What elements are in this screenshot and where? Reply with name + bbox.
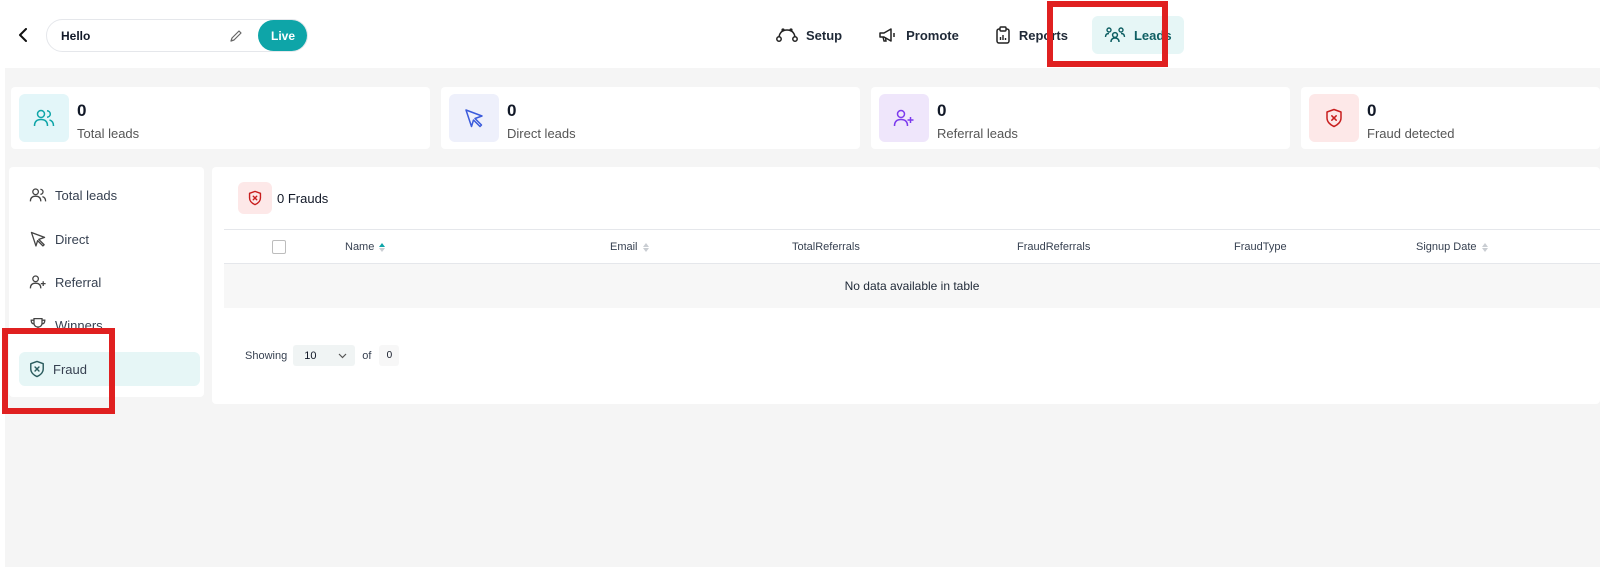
stat-label: Total leads <box>77 126 140 141</box>
sidebar-item-fraud[interactable]: Fraud <box>19 352 200 386</box>
shield-x-icon <box>248 190 262 206</box>
sidebar-item-label: Fraud <box>53 361 87 377</box>
stat-value: 0 <box>1367 101 1377 120</box>
table-header: Name Email TotalReferrals FraudReferrals… <box>224 229 1600 264</box>
sort-icon <box>1481 242 1488 252</box>
trophy-icon <box>30 317 46 333</box>
top-header: Hello Live Setup Promote Reports Leads <box>0 0 1600 68</box>
sidebar-item-referral[interactable]: Referral <box>19 265 200 299</box>
cursor-arrow-icon <box>465 109 483 128</box>
main-nav: Setup Promote Reports Leads <box>764 16 1184 54</box>
fraud-count: 0 Frauds <box>277 191 329 206</box>
page-size-select[interactable]: 10 <box>293 345 356 366</box>
route-icon <box>776 28 798 42</box>
stat-card-fraud-detected: 0 Fraud detected <box>1301 87 1600 149</box>
showing-label: Showing <box>245 349 288 362</box>
column-header-signup-date[interactable]: Signup Date <box>1416 241 1488 253</box>
live-toggle[interactable]: Live <box>258 20 307 51</box>
clipboard-chart-icon <box>996 26 1010 44</box>
nav-reports-label: Reports <box>1018 27 1068 43</box>
user-plus-icon <box>29 275 46 289</box>
column-label: Signup Date <box>1416 241 1477 253</box>
stat-card-direct-leads: 0 Direct leads <box>441 87 860 149</box>
select-all-checkbox[interactable] <box>272 240 286 254</box>
sort-icon <box>642 242 649 252</box>
empty-table-message: No data available in table <box>224 264 1600 308</box>
sidebar-item-label: Referral <box>55 274 102 290</box>
stat-card-referral-leads: 0 Referral leads <box>871 87 1290 149</box>
of-label: of <box>362 349 372 362</box>
campaign-name[interactable]: Hello <box>61 29 228 43</box>
stat-icon-referral <box>879 94 929 142</box>
column-label: Email <box>610 241 638 253</box>
sidebar-item-label: Winners <box>55 317 103 333</box>
stat-value: 0 <box>77 101 87 120</box>
column-header-fraud-referrals: FraudReferrals <box>1017 241 1090 253</box>
total-count: 0 <box>379 345 400 366</box>
chevron-left-icon <box>19 28 27 42</box>
chevron-down-icon <box>338 353 347 358</box>
users-group-icon <box>1104 27 1126 43</box>
stat-icon-total <box>19 94 69 142</box>
column-label: Name <box>345 241 375 253</box>
nav-promote-label: Promote <box>906 27 959 43</box>
stat-label: Referral leads <box>937 126 1018 141</box>
column-label: TotalReferrals <box>792 241 860 253</box>
stat-value: 0 <box>507 101 517 120</box>
sidebar-item-label: Direct <box>55 231 89 247</box>
column-header-email[interactable]: Email <box>610 241 649 253</box>
cursor-arrow-icon <box>30 231 46 247</box>
page-size-value: 10 <box>304 349 317 362</box>
stat-value: 0 <box>937 101 947 120</box>
fraud-panel: 0 Frauds Name Email TotalReferrals Fraud… <box>212 167 1600 404</box>
nav-leads-label: Leads <box>1133 27 1172 43</box>
stat-icon-direct <box>449 94 499 142</box>
stat-label: Fraud detected <box>1367 126 1455 141</box>
nav-setup-label: Setup <box>806 27 843 43</box>
column-header-fraud-type: FraudType <box>1234 241 1287 253</box>
nav-promote[interactable]: Promote <box>866 16 971 54</box>
stat-label: Direct leads <box>507 126 576 141</box>
column-label: FraudType <box>1234 241 1287 253</box>
pagination: Showing 10 of 0 <box>245 345 400 366</box>
sort-icon <box>379 242 386 252</box>
fraud-badge <box>238 182 272 214</box>
leads-sidebar: Total leads Direct Referral Winners Frau… <box>9 167 204 397</box>
column-header-total-referrals: TotalReferrals <box>792 241 860 253</box>
back-button[interactable] <box>14 25 32 45</box>
sidebar-item-label: Total leads <box>55 187 118 203</box>
content-area: 0 Total leads 0 Direct leads 0 Referral … <box>5 68 1600 567</box>
campaign-selector: Hello Live <box>46 19 308 52</box>
nav-leads[interactable]: Leads <box>1091 16 1184 54</box>
nav-reports[interactable]: Reports <box>983 16 1080 54</box>
sidebar-item-winners[interactable]: Winners <box>19 308 200 342</box>
sidebar-item-total-leads[interactable]: Total leads <box>19 178 200 212</box>
stat-icon-fraud <box>1309 94 1359 142</box>
shield-x-icon <box>1326 108 1342 128</box>
column-header-name[interactable]: Name <box>345 241 386 253</box>
megaphone-icon <box>879 28 895 42</box>
sidebar-item-direct[interactable]: Direct <box>19 222 200 256</box>
column-label: FraudReferrals <box>1017 241 1091 253</box>
users-icon <box>29 188 47 202</box>
user-plus-icon <box>893 109 914 127</box>
pencil-icon[interactable] <box>228 28 244 44</box>
nav-setup[interactable]: Setup <box>764 16 854 54</box>
users-icon <box>33 109 55 127</box>
stat-card-total-leads: 0 Total leads <box>11 87 430 149</box>
shield-x-icon <box>30 360 44 378</box>
